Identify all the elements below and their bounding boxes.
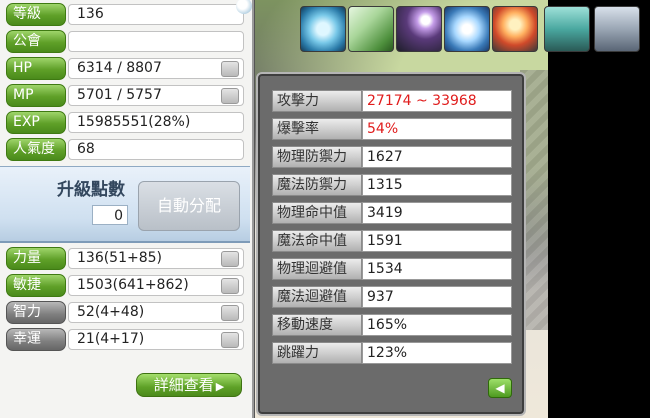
crit-rate-value: 54% — [362, 118, 512, 140]
fame-label: 人氣度 — [6, 138, 66, 161]
detail-row: 物理命中值 3419 — [272, 202, 512, 224]
phys-accuracy-value: 3419 — [362, 202, 512, 224]
fire-gear-skill-icon[interactable] — [492, 6, 538, 52]
magic-defense-label: 魔法防禦力 — [272, 174, 362, 196]
phys-defense-value: 1627 — [362, 146, 512, 168]
auto-assign-button[interactable]: 自動分配 — [138, 181, 240, 231]
magic-avoid-label: 魔法迴避值 — [272, 286, 362, 308]
fame-value: 68 — [68, 139, 244, 160]
phys-accuracy-label: 物理命中值 — [272, 202, 362, 224]
int-value: 52(4+48) — [68, 302, 244, 323]
exp-value: 15985551(28%) — [68, 112, 244, 133]
back-arrow-icon: ◀ — [495, 381, 505, 395]
scene-dark-edge — [548, 0, 650, 418]
detail-row: 攻擊力 27174 ~ 33968 — [272, 90, 512, 112]
dex-value-text: 1503(641+862) — [77, 277, 189, 293]
detail-view-label: 詳細查看 — [153, 376, 214, 394]
mp-label: MP — [6, 84, 66, 107]
luk-row: 幸運 21(4+17) — [6, 328, 244, 351]
level-label: 等級 — [6, 3, 66, 26]
chevron-right-icon: ▶ — [215, 380, 225, 393]
str-value: 136(51+85) — [68, 248, 244, 269]
hp-value-text: 6314 / 8807 — [77, 60, 162, 76]
jump-label: 跳躍力 — [272, 342, 362, 364]
jump-value: 123% — [362, 342, 512, 364]
ice-burst-skill-icon[interactable] — [444, 6, 490, 52]
level-row: 等級 136 — [6, 3, 244, 26]
character-stat-window: 等級 136 公會 HP 6314 / 8807 MP 5701 / 5757 … — [0, 0, 254, 418]
detail-row: 魔法命中值 1591 — [272, 230, 512, 252]
luk-value: 21(4+17) — [68, 329, 244, 350]
detail-row: 移動速度 165% — [272, 314, 512, 336]
magic-accuracy-value: 1591 — [362, 230, 512, 252]
str-value-text: 136(51+85) — [77, 250, 163, 266]
str-row: 力量 136(51+85) — [6, 247, 244, 270]
phys-avoid-value: 1534 — [362, 258, 512, 280]
potion-bottle-skill-icon[interactable] — [594, 6, 640, 52]
ability-points-panel: 升級點數 0 自動分配 — [0, 166, 250, 243]
attack-value: 27174 ~ 33968 — [362, 90, 512, 112]
mp-value-text: 5701 / 5757 — [77, 87, 162, 103]
exp-row: EXP 15985551(28%) — [6, 111, 244, 134]
magic-defense-value: 1315 — [362, 174, 512, 196]
luk-plus-button[interactable] — [221, 332, 239, 348]
level-value: 136 — [68, 4, 244, 25]
detail-row: 物理迴避值 1534 — [272, 258, 512, 280]
crystal-shrine-skill-icon[interactable] — [544, 6, 590, 52]
mp-row: MP 5701 / 5757 — [6, 84, 244, 107]
hp-plus-button[interactable] — [221, 61, 239, 77]
fame-row: 人氣度 68 — [6, 138, 244, 161]
phys-avoid-label: 物理迴避值 — [272, 258, 362, 280]
guild-row: 公會 — [6, 30, 244, 53]
dex-label: 敏捷 — [6, 274, 66, 297]
hp-row: HP 6314 / 8807 — [6, 57, 244, 80]
detail-row: 魔法迴避值 937 — [272, 286, 512, 308]
wind-spiral-skill-icon[interactable] — [300, 6, 346, 52]
magic-accuracy-label: 魔法命中值 — [272, 230, 362, 252]
detail-row: 爆擊率 54% — [272, 118, 512, 140]
guild-value — [68, 31, 244, 52]
attack-label: 攻擊力 — [272, 90, 362, 112]
detailed-stats-window: 攻擊力 27174 ~ 33968 爆擊率 54% 物理防禦力 1627 魔法防… — [256, 72, 526, 416]
collapse-button[interactable]: ◀ — [488, 378, 512, 398]
detail-view-button[interactable]: 詳細查看 ▶ — [136, 373, 242, 397]
int-plus-button[interactable] — [221, 305, 239, 321]
str-label: 力量 — [6, 247, 66, 270]
hp-value: 6314 / 8807 — [68, 58, 244, 79]
orb-ring-skill-icon[interactable] — [396, 6, 442, 52]
ability-points-title: 升級點數 — [57, 180, 125, 200]
detail-row: 魔法防禦力 1315 — [272, 174, 512, 196]
detail-row: 跳躍力 123% — [272, 342, 512, 364]
dex-value: 1503(641+862) — [68, 275, 244, 296]
dex-plus-button[interactable] — [221, 278, 239, 294]
move-speed-value: 165% — [362, 314, 512, 336]
dex-row: 敏捷 1503(641+862) — [6, 274, 244, 297]
arrow-vine-skill-icon[interactable] — [348, 6, 394, 52]
crit-rate-label: 爆擊率 — [272, 118, 362, 140]
ability-points-value: 0 — [92, 205, 128, 225]
luk-label: 幸運 — [6, 328, 66, 351]
guild-label: 公會 — [6, 30, 66, 53]
str-plus-button[interactable] — [221, 251, 239, 267]
int-value-text: 52(4+48) — [77, 304, 145, 320]
exp-label: EXP — [6, 111, 66, 134]
level-ball-icon — [236, 0, 252, 14]
int-label: 智力 — [6, 301, 66, 324]
int-row: 智力 52(4+48) — [6, 301, 244, 324]
mp-plus-button[interactable] — [221, 88, 239, 104]
luk-value-text: 21(4+17) — [77, 331, 145, 347]
detail-row: 物理防禦力 1627 — [272, 146, 512, 168]
mp-value: 5701 / 5757 — [68, 85, 244, 106]
magic-avoid-value: 937 — [362, 286, 512, 308]
phys-defense-label: 物理防禦力 — [272, 146, 362, 168]
hp-label: HP — [6, 57, 66, 80]
move-speed-label: 移動速度 — [272, 314, 362, 336]
